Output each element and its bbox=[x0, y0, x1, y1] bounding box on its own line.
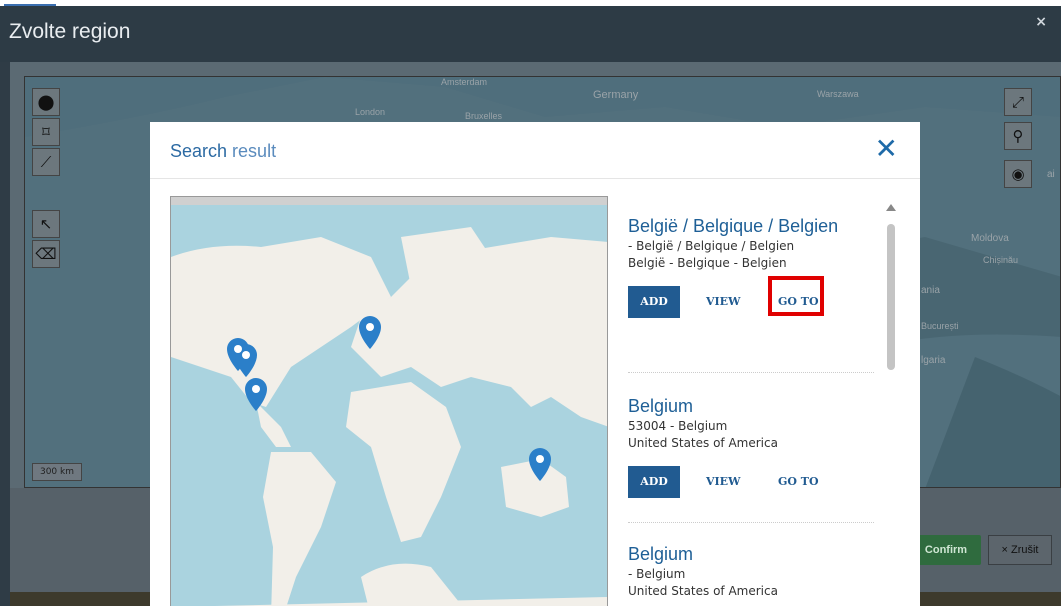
map-scale: 300 km bbox=[32, 463, 82, 481]
scroll-up-icon[interactable] bbox=[886, 204, 896, 211]
results-list: België / Belgique / Belgien - België / B… bbox=[628, 198, 896, 606]
modal-title-main: Search bbox=[170, 141, 228, 161]
map-label: lgaria bbox=[921, 355, 946, 366]
view-button[interactable]: VIEW bbox=[706, 466, 740, 498]
result-title: België / Belgique / Belgien bbox=[628, 216, 839, 236]
cancel-button[interactable]: × Zrušit bbox=[988, 535, 1052, 565]
map-label: ai bbox=[1047, 169, 1055, 180]
result-actions: ADD VIEW GO TO bbox=[628, 466, 874, 500]
eye-icon[interactable]: ◉ bbox=[1004, 160, 1032, 188]
modal-header: Search result ✕ bbox=[150, 122, 920, 179]
add-button[interactable]: ADD bbox=[628, 466, 680, 498]
result-line: United States of America bbox=[628, 436, 778, 450]
scroll-thumb[interactable] bbox=[887, 224, 895, 370]
go-to-button[interactable]: GO TO bbox=[778, 466, 819, 498]
expand-icon[interactable]: ⤢ bbox=[1004, 88, 1032, 116]
list-item: België / Belgique / Belgien - België / B… bbox=[628, 214, 874, 373]
search-result-modal: Search result ✕ België / Belgique / Belg… bbox=[150, 122, 920, 606]
search-icon[interactable]: ⚲ bbox=[1004, 122, 1032, 150]
results-scrollbar[interactable] bbox=[886, 204, 896, 604]
result-actions: ADD VIEW GO TO bbox=[628, 276, 874, 320]
polygon-icon[interactable]: ⌑ bbox=[32, 118, 60, 146]
map-label: London bbox=[355, 107, 386, 117]
highlight-box bbox=[768, 276, 824, 316]
result-map[interactable] bbox=[170, 196, 608, 606]
result-title: Belgium bbox=[628, 544, 694, 564]
list-item: Belgium - Belgium United States of Ameri… bbox=[628, 542, 874, 606]
result-line: - België / Belgique / Belgien bbox=[628, 239, 795, 253]
map-label: Germany bbox=[593, 89, 639, 101]
map-label: Amsterdam bbox=[441, 77, 488, 87]
map-label: Bruxelles bbox=[465, 111, 503, 121]
map-label: Chișinău bbox=[983, 255, 1019, 265]
modal-close-icon[interactable]: ✕ bbox=[875, 132, 898, 165]
add-button[interactable]: ADD bbox=[628, 286, 680, 318]
map-label: Warszawa bbox=[817, 89, 859, 99]
result-line: 53004 - Belgium bbox=[628, 419, 728, 433]
modal-title-light: result bbox=[227, 141, 277, 161]
list-item: Belgium 53004 - Belgium United States of… bbox=[628, 394, 874, 523]
polyline-icon[interactable]: ⟋ bbox=[32, 148, 60, 176]
world-map bbox=[171, 197, 607, 606]
browser-top-strip bbox=[0, 0, 1061, 6]
result-title: Belgium bbox=[628, 396, 694, 416]
result-line: United States of America bbox=[628, 584, 778, 598]
outer-close-button[interactable]: × bbox=[1035, 14, 1047, 30]
outer-dialog-title: Zvolte region bbox=[9, 20, 131, 43]
eraser-icon[interactable]: ⌫ bbox=[32, 240, 60, 268]
outer-dialog-header bbox=[0, 0, 1061, 62]
cursor-icon[interactable]: ↖ bbox=[32, 210, 60, 238]
map-label: București bbox=[921, 321, 959, 331]
view-button[interactable]: VIEW bbox=[706, 286, 740, 318]
result-line: - Belgium bbox=[628, 567, 686, 581]
active-tab-indicator bbox=[4, 0, 56, 6]
result-line: België - Belgique - Belgien bbox=[628, 256, 787, 270]
map-pin-icon[interactable]: ⬤ bbox=[32, 88, 60, 116]
map-label: Moldova bbox=[971, 233, 1009, 244]
map-label: ania bbox=[921, 285, 940, 296]
modal-title: Search result bbox=[170, 141, 276, 162]
confirm-button[interactable]: Confirm bbox=[911, 535, 981, 565]
